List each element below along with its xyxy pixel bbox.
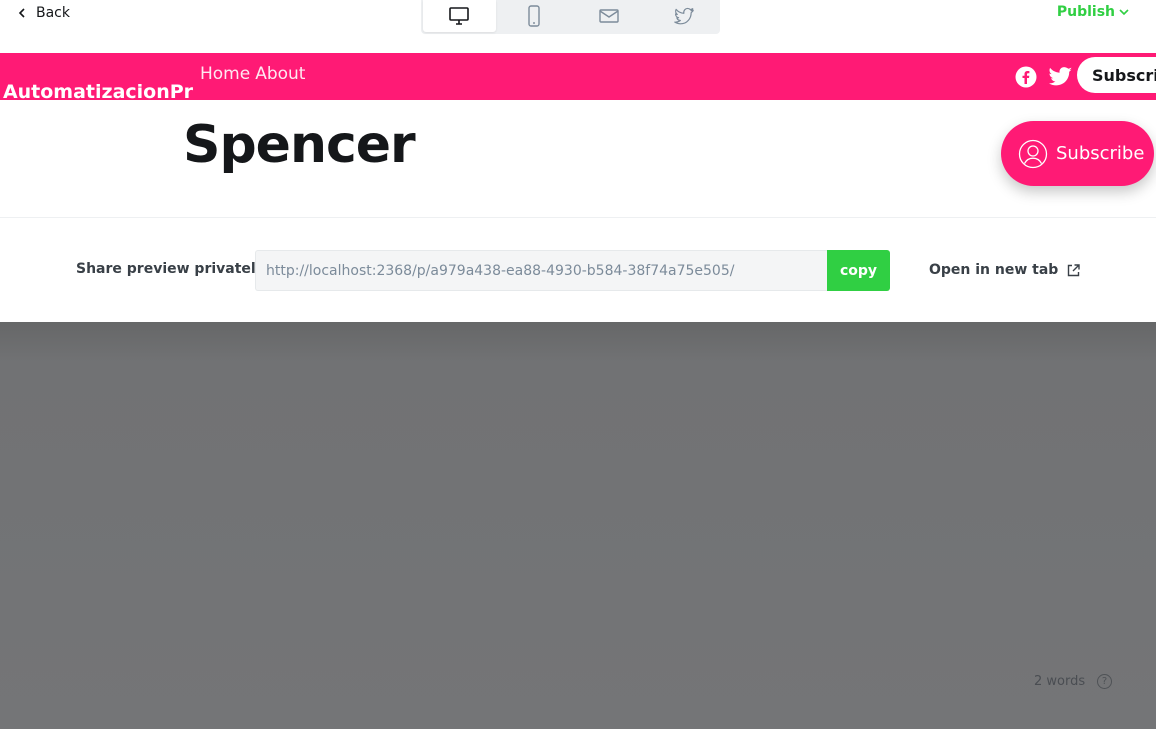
chevron-down-icon	[1119, 9, 1129, 16]
desktop-icon	[449, 7, 470, 25]
modal-backdrop[interactable]	[0, 322, 1156, 729]
publish-label: Publish	[1056, 4, 1115, 20]
device-twitter-button[interactable]	[647, 0, 720, 32]
share-preview-label: Share preview privately	[76, 261, 265, 277]
twitter-icon	[673, 7, 694, 25]
mobile-icon	[528, 5, 540, 27]
word-count: 2 words	[1034, 674, 1086, 689]
site-title[interactable]: AutomatizacionPruebas 1	[0, 53, 218, 100]
device-email-button[interactable]	[573, 0, 646, 32]
nav-link-about[interactable]: About	[255, 64, 305, 84]
floating-subscribe-label: Subscribe	[1056, 143, 1145, 164]
back-label: Back	[36, 5, 70, 21]
divider	[0, 217, 1156, 218]
nav-subscribe-button[interactable]: Subscribe	[1077, 57, 1156, 93]
facebook-icon[interactable]	[1015, 66, 1037, 88]
site-navbar: AutomatizacionPruebas 1 Home About Subsc…	[0, 53, 1156, 100]
share-url-input[interactable]	[255, 250, 828, 291]
open-in-new-tab-link[interactable]: Open in new tab	[929, 262, 1081, 278]
copy-button[interactable]: copy	[827, 250, 890, 291]
open-in-new-tab-label: Open in new tab	[929, 262, 1059, 278]
email-icon	[599, 9, 619, 23]
nav-links: Home About	[200, 64, 305, 84]
chevron-left-icon	[18, 8, 25, 18]
nav-link-home[interactable]: Home	[200, 64, 250, 84]
nav-subscribe-label: Subscribe	[1092, 65, 1156, 85]
publish-button[interactable]: Publish	[1057, 2, 1129, 22]
site-title-text: AutomatizacionPruebas 1	[2, 81, 194, 100]
user-icon	[1018, 139, 1048, 168]
help-icon[interactable]: ?	[1097, 674, 1112, 689]
external-link-icon	[1068, 263, 1081, 276]
twitter-icon[interactable]	[1049, 67, 1073, 87]
device-mobile-button[interactable]	[498, 0, 571, 32]
back-button[interactable]: Back	[18, 3, 70, 23]
device-desktop-button[interactable]	[423, 0, 496, 32]
floating-subscribe-button[interactable]: Subscribe	[1001, 121, 1154, 186]
device-switcher	[421, 0, 720, 34]
post-title: Spencer	[183, 115, 416, 175]
